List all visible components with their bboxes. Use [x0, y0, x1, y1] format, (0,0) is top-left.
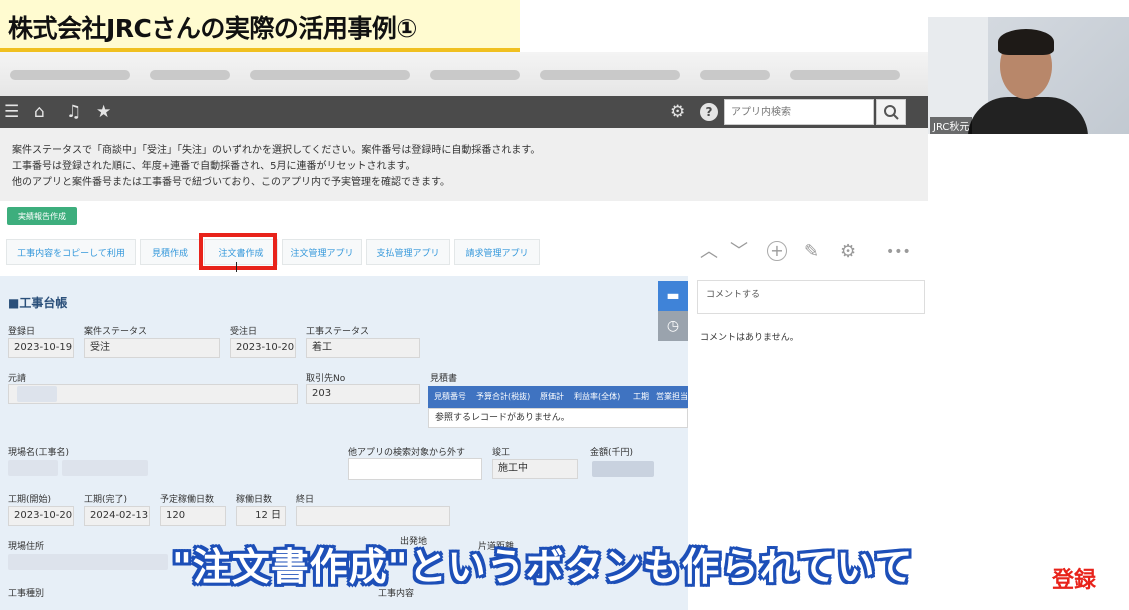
- description-line: 工事番号は登録された順に、年度+連番で自動採番され、5月に連番がリセットされます…: [12, 161, 416, 172]
- final-date-value: [296, 506, 450, 526]
- help-icon[interactable]: ?: [700, 103, 718, 121]
- end-date-label: 工期(完了): [84, 495, 128, 505]
- section-title: ■工事台帳: [8, 296, 68, 310]
- webcam-overlay: JRC秋元: [928, 17, 1129, 134]
- webcam-name-label: JRC秋元: [930, 117, 973, 134]
- video-subtitle: "注文書作成"というボタンも作られていて: [172, 545, 914, 589]
- client-no-label: 取引先No: [306, 374, 346, 384]
- billing-management-app-button[interactable]: 請求管理アプリ: [454, 239, 540, 265]
- completion-label: 竣工: [492, 448, 511, 458]
- planned-days-label: 予定稼働日数: [160, 495, 215, 505]
- start-date-label: 工期(開始): [8, 495, 52, 505]
- menu-icon[interactable]: ☰: [4, 101, 19, 123]
- description-line: 他のアプリと案件番号または工事番号で紐づいており、このアプリ内で予実管理を確認で…: [12, 177, 450, 188]
- blurred-text: [592, 461, 654, 477]
- video-title-banner: 株式会社JRCさんの実際の活用事例①: [0, 0, 520, 52]
- estimate-column-header: 見積番号: [434, 392, 466, 401]
- site-name-label: 現場名(工事名): [8, 448, 70, 458]
- plus-icon[interactable]: +: [767, 241, 787, 261]
- star-icon[interactable]: ★: [96, 101, 111, 123]
- search-icon: [884, 105, 899, 120]
- app-description: 案件ステータスで「商談中」「受注」「失注」のいずれかを選択してください。案件番号…: [0, 128, 928, 201]
- browser-toolbar: [0, 52, 928, 96]
- chevron-up-icon[interactable]: ︿: [700, 241, 718, 263]
- estimate-column-header: 営業担当: [656, 392, 688, 401]
- estimate-column-header: 工期: [633, 392, 649, 401]
- chevron-down-icon[interactable]: ﹀: [730, 241, 748, 263]
- client-no-value: 203: [306, 384, 420, 404]
- case-status-value: 受注: [84, 338, 220, 358]
- comment-toggle-icon[interactable]: ▬: [658, 281, 688, 311]
- report-create-button[interactable]: 実績報告作成: [7, 207, 77, 225]
- estimate-column-header: 利益率(全体): [574, 392, 621, 401]
- gear-icon[interactable]: ⚙: [670, 101, 685, 123]
- contractor-label: 元請: [8, 374, 27, 384]
- registration-date-value: 2023-10-19: [8, 338, 74, 358]
- completion-value: 施工中: [492, 459, 578, 479]
- history-icon[interactable]: ◷: [658, 311, 688, 341]
- subscribe-logo: 登録: [1052, 568, 1097, 593]
- order-date-value: 2023-10-20: [230, 338, 296, 358]
- start-date-value: 2023-10-20: [8, 506, 74, 526]
- exclude-search-label: 他アプリの検索対象から外す: [348, 448, 466, 458]
- mouse-cursor: [236, 262, 244, 272]
- case-status-label: 案件ステータス: [84, 327, 148, 337]
- app-search: [724, 99, 874, 125]
- final-date-label: 終日: [296, 495, 315, 505]
- construction-type-label: 工事種別: [8, 589, 45, 599]
- blurred-text: [17, 386, 57, 402]
- registration-date-label: 登録日: [8, 327, 36, 337]
- description-line: 案件ステータスで「商談中」「受注」「失注」のいずれかを選択してください。案件番号…: [12, 145, 541, 156]
- contractor-value: [8, 384, 298, 404]
- no-comment-message: コメントはありません。: [700, 333, 799, 343]
- estimate-label: 見積書: [430, 374, 458, 384]
- more-icon[interactable]: •••: [886, 241, 911, 263]
- site-address-label: 現場住所: [8, 542, 45, 552]
- blurred-text: [8, 554, 168, 570]
- amount-label: 金額(千円): [590, 448, 634, 458]
- planned-days-value: 120: [160, 506, 226, 526]
- estimate-table-empty: 参照するレコードがありません。: [428, 408, 688, 428]
- construction-status-label: 工事ステータス: [306, 327, 370, 337]
- search-button[interactable]: [876, 99, 906, 125]
- estimate-column-header: 原価計: [540, 392, 564, 401]
- estimate-column-header: 予算合計(税抜): [476, 392, 531, 401]
- app-header: ☰ ⌂ ♫ ★ ⚙ ?: [0, 96, 928, 128]
- order-date-label: 受注日: [230, 327, 258, 337]
- video-title: 株式会社JRCさんの実際の活用事例①: [8, 14, 418, 43]
- payment-management-app-button[interactable]: 支払管理アプリ: [366, 239, 450, 265]
- end-date-value: 2024-02-13: [84, 506, 150, 526]
- working-days-label: 稼働日数: [236, 495, 273, 505]
- home-icon[interactable]: ⌂: [34, 101, 45, 123]
- copy-construction-button[interactable]: 工事内容をコピーして利用: [6, 239, 136, 265]
- estimate-table-header: 見積番号 予算合計(税抜) 原価計 利益率(全体) 工期 営業担当: [428, 386, 688, 408]
- order-management-app-button[interactable]: 注文管理アプリ: [282, 239, 362, 265]
- blurred-text: [62, 460, 148, 476]
- gear-icon[interactable]: ⚙: [840, 241, 856, 263]
- exclude-search-checkbox-field[interactable]: [348, 458, 482, 480]
- blurred-text: [8, 460, 58, 476]
- comment-input[interactable]: コメントする: [697, 280, 925, 314]
- working-days-value: 12 日: [236, 506, 286, 526]
- construction-status-value: 着工: [306, 338, 420, 358]
- app-search-input[interactable]: [725, 100, 873, 125]
- edit-icon[interactable]: ✎: [804, 241, 819, 263]
- estimate-create-button[interactable]: 見積作成: [140, 239, 200, 265]
- bell-icon[interactable]: ♫: [66, 101, 81, 123]
